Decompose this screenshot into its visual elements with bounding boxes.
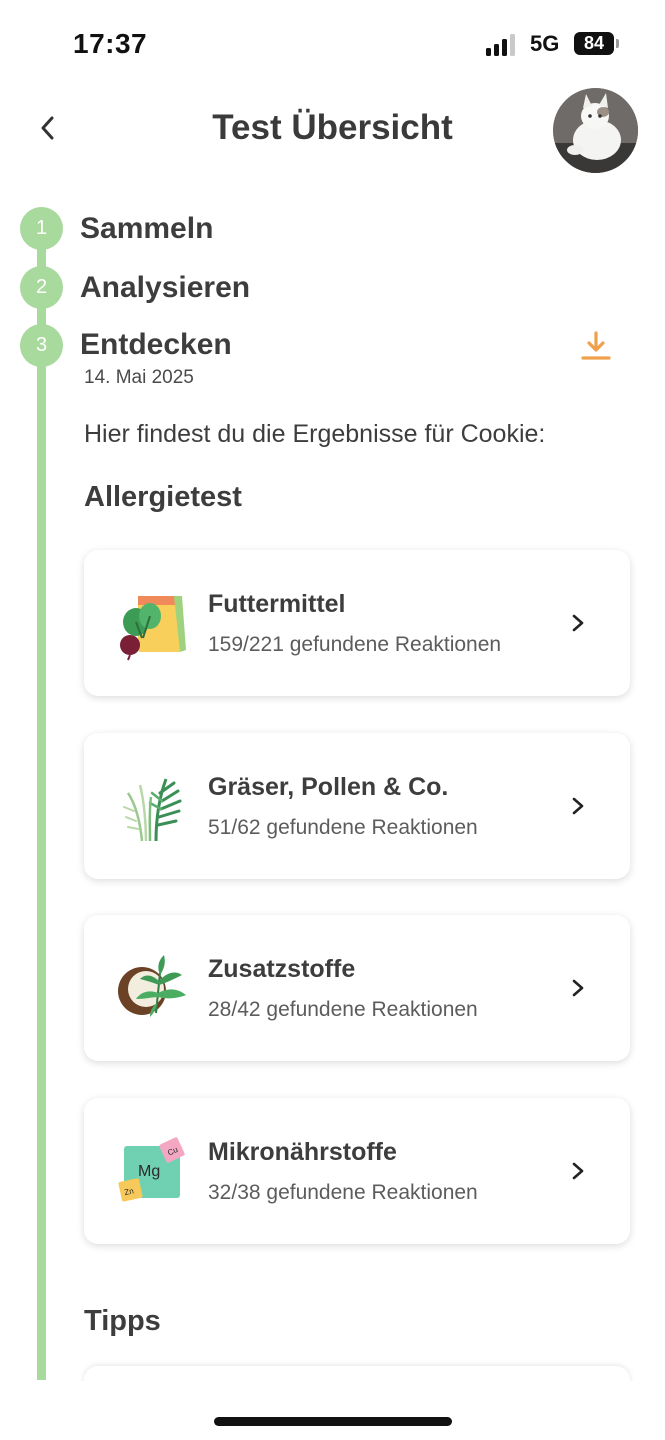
battery-icon: 84: [574, 32, 614, 55]
step-3-date: 14. Mai 2025: [84, 367, 194, 388]
card-graeser-pollen[interactable]: Gräser, Pollen & Co. 51/62 gefundene Rea…: [84, 733, 630, 879]
card-title: Futtermittel: [208, 590, 346, 618]
home-indicator[interactable]: [214, 1417, 452, 1426]
mineral-blocks-icon: Mg Cu Zn: [116, 1136, 190, 1210]
mineral-label-zn: Zn: [124, 1186, 135, 1197]
food-bag-icon: [116, 588, 190, 662]
intro-text: Hier findest du die Ergebnisse für Cooki…: [84, 420, 546, 448]
allergy-section-title: Allergietest: [84, 481, 242, 513]
card-title: Zusatzstoffe: [208, 955, 356, 983]
step-2-label[interactable]: Analysieren: [80, 271, 250, 305]
chevron-right-icon: [572, 614, 584, 632]
card-title: Gräser, Pollen & Co.: [208, 773, 449, 801]
status-bar: 17:37 5G 84: [0, 0, 665, 90]
step-3-label[interactable]: Entdecken: [80, 328, 232, 362]
grass-icon: [116, 771, 190, 845]
card-futtermittel[interactable]: Futtermittel 159/221 gefundene Reaktione…: [84, 550, 630, 696]
cat-avatar-image: [553, 88, 638, 173]
coconut-leaf-icon: [116, 953, 190, 1027]
battery-tip: [616, 39, 619, 48]
tips-section-title: Tipps: [84, 1305, 161, 1337]
mineral-label-mg: Mg: [138, 1163, 160, 1180]
cellular-signal-icon: [486, 34, 520, 56]
step-3-circle: 3: [20, 324, 63, 367]
step-2-circle: 2: [20, 266, 63, 309]
card-subtitle: 159/221 gefundene Reaktionen: [208, 633, 502, 656]
network-type: 5G: [530, 31, 560, 56]
status-time: 17:37: [73, 28, 148, 59]
download-icon: [581, 331, 611, 360]
step-1-circle: 1: [20, 207, 63, 250]
card-mikronaehrstoffe[interactable]: Mg Cu Zn Mikronährstoffe 32/38 gefundene…: [84, 1098, 630, 1244]
bottom-safe-area: [0, 1381, 665, 1440]
card-title: Mikronährstoffe: [208, 1138, 397, 1166]
chevron-right-icon: [572, 979, 584, 997]
download-button[interactable]: [578, 328, 614, 364]
chevron-right-icon: [572, 797, 584, 815]
avatar[interactable]: [553, 88, 638, 173]
step-1-label[interactable]: Sammeln: [80, 212, 213, 246]
card-subtitle: 28/42 gefundene Reaktionen: [208, 998, 478, 1021]
chevron-right-icon: [572, 1162, 584, 1180]
card-zusatzstoffe[interactable]: Zusatzstoffe 28/42 gefundene Reaktionen: [84, 915, 630, 1061]
card-subtitle: 51/62 gefundene Reaktionen: [208, 816, 478, 839]
timeline-line: [37, 228, 46, 1380]
card-subtitle: 32/38 gefundene Reaktionen: [208, 1181, 478, 1204]
